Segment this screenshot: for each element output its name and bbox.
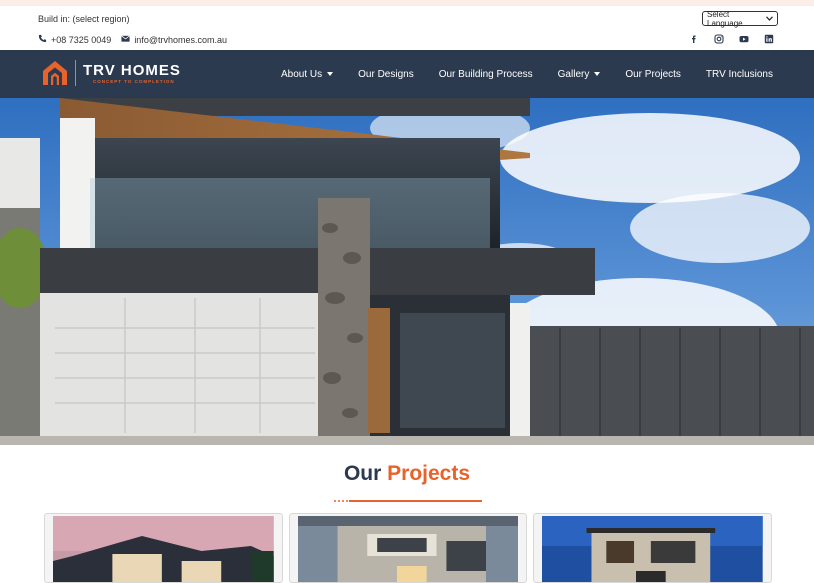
nav-menu: About Us Our Designs Our Building Proces… [281, 50, 773, 98]
chevron-down-icon [766, 14, 773, 23]
top-bar: Build in: (select region) +08 7325 0049 … [0, 6, 814, 50]
phone-number: +08 7325 0049 [51, 34, 112, 45]
language-select[interactable]: Select Language [702, 9, 778, 28]
project-card[interactable] [44, 513, 283, 583]
heading-divider [334, 499, 482, 503]
nav-item-label: Gallery [557, 68, 590, 80]
nav-item-label: Our Building Process [438, 68, 533, 80]
youtube-icon[interactable] [738, 33, 749, 44]
nav-item-label: Our Projects [625, 68, 681, 80]
logo-text: TRV HOMES CONCEPT TO COMPLETION [83, 63, 181, 84]
region-selector[interactable]: Build in: (select region) [38, 14, 130, 24]
caret-down-icon [594, 72, 601, 76]
logo-divider [75, 60, 76, 86]
email-link[interactable]: info@trvhomes.com.au [121, 34, 227, 45]
nav-item-label: Our Designs [358, 68, 414, 80]
nav-item-our-projects[interactable]: Our Projects [625, 69, 681, 80]
project-card[interactable] [288, 513, 528, 583]
nav-item-trv-inclusions[interactable]: TRV Inclusions [706, 69, 773, 80]
nav-item-our-designs[interactable]: Our Designs [358, 69, 414, 80]
linkedin-icon[interactable] [763, 33, 774, 44]
brand-tagline: CONCEPT TO COMPLETION [93, 78, 175, 84]
facebook-icon[interactable] [688, 33, 699, 44]
language-select-value: Select Language [707, 9, 743, 28]
phone-icon [38, 34, 47, 45]
projects-heading-part1: Our [343, 462, 382, 485]
nav-item-label: About Us [281, 68, 323, 80]
email-address: info@trvhomes.com.au [134, 34, 227, 45]
brand-name: TRV HOMES [83, 61, 181, 79]
phone-link[interactable]: +08 7325 0049 [38, 34, 111, 45]
hero-image [0, 98, 814, 445]
envelope-icon [121, 34, 131, 45]
social-links [688, 33, 774, 44]
nav-item-about-us[interactable]: About Us [281, 68, 334, 80]
nav-item-gallery[interactable]: Gallery [558, 69, 601, 80]
instagram-icon[interactable] [713, 33, 724, 44]
project-card[interactable] [533, 513, 773, 583]
project-image [542, 516, 764, 582]
nav-item-label: TRV Inclusions [705, 68, 773, 80]
projects-heading-part2: Projects [387, 462, 471, 485]
project-image [53, 516, 274, 582]
project-image [297, 516, 519, 582]
projects-heading: Our Projects [0, 462, 814, 486]
contact-info: +08 7325 0049 info@trvhomes.com.au [38, 34, 227, 45]
nav-item-building-process[interactable]: Our Building Process [439, 69, 533, 80]
main-navigation: TRV HOMES CONCEPT TO COMPLETION About Us… [0, 50, 814, 98]
brand-logo[interactable]: TRV HOMES CONCEPT TO COMPLETION [41, 59, 181, 87]
house-logo-icon [41, 59, 69, 87]
caret-down-icon [327, 72, 334, 76]
project-cards [44, 513, 773, 583]
